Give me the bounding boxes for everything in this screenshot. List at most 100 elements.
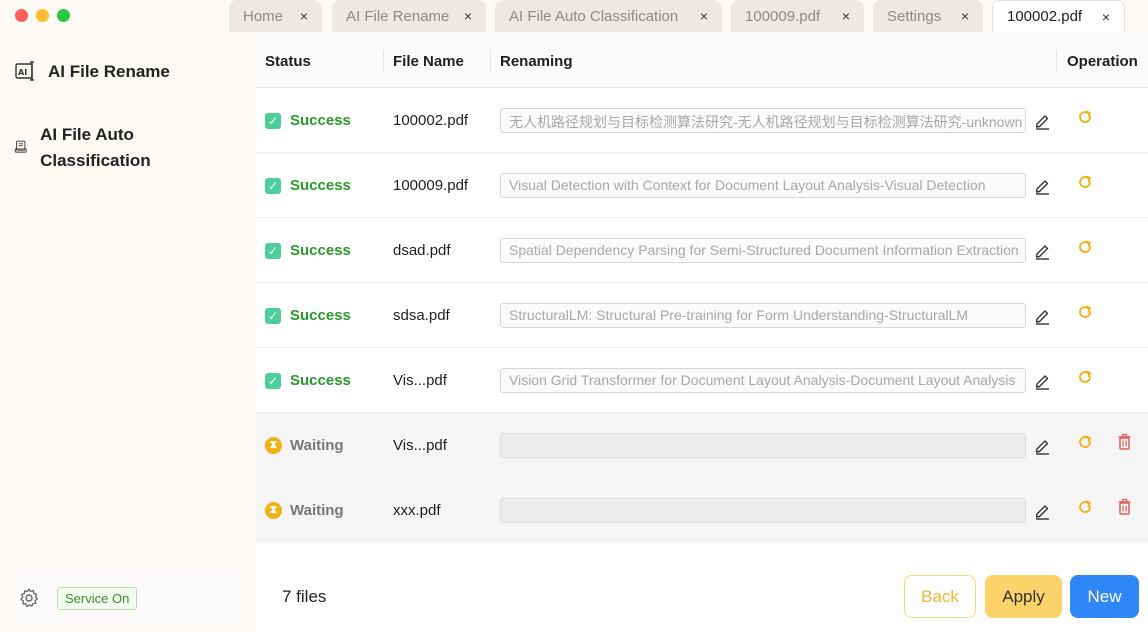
status-cell: ⧗ Waiting bbox=[265, 413, 344, 478]
status-cell: ✓ Success bbox=[265, 348, 351, 413]
rename-table: Status File Name Renaming Operation ✓ Su… bbox=[256, 34, 1148, 554]
table-row: ⧗ Waiting Vis...pdf bbox=[256, 413, 1148, 478]
tab-label: AI File Auto Classification bbox=[509, 7, 679, 25]
edit-icon[interactable] bbox=[1034, 436, 1051, 455]
sidebar-footer: Service On bbox=[8, 570, 246, 626]
refresh-icon[interactable] bbox=[1077, 304, 1093, 320]
edit-icon[interactable] bbox=[1034, 111, 1051, 130]
renaming-field[interactable]: 无人机路径规划与目标检测算法研究-无人机路径规划与目标检测算法研究-unknow… bbox=[500, 108, 1026, 133]
tab-close-icon[interactable]: × bbox=[700, 8, 708, 24]
back-button[interactable]: Back bbox=[904, 575, 976, 618]
table-row: ✓ Success dsad.pdf Spatial Dependency Pa… bbox=[256, 218, 1148, 283]
new-button[interactable]: New bbox=[1070, 575, 1139, 618]
close-window-button[interactable] bbox=[15, 9, 28, 22]
maximize-window-button[interactable] bbox=[57, 9, 70, 22]
status-text: Success bbox=[290, 112, 351, 129]
minimize-window-button[interactable] bbox=[36, 9, 49, 22]
tab-close-icon[interactable]: × bbox=[842, 8, 850, 24]
hourglass-icon: ⧗ bbox=[265, 502, 282, 519]
success-check-icon: ✓ bbox=[265, 177, 281, 194]
tab-100002-pdf[interactable]: 100002.pdf × bbox=[992, 0, 1125, 32]
status-text: Success bbox=[290, 307, 351, 324]
tab-settings[interactable]: Settings × bbox=[873, 0, 983, 32]
tab-label: AI File Rename bbox=[346, 7, 450, 25]
sidebar-item-label: AI File Auto Classification bbox=[40, 125, 151, 170]
tab-label: Home bbox=[243, 7, 284, 25]
file-count: 7 files bbox=[282, 587, 327, 606]
ai-rename-icon: AI bbox=[15, 61, 34, 81]
status-cell: ⧗ Waiting bbox=[265, 478, 344, 543]
tab-home[interactable]: Home × bbox=[229, 0, 322, 32]
tab-label: 100009.pdf bbox=[745, 7, 821, 25]
tab-100009-pdf[interactable]: 100009.pdf × bbox=[731, 0, 864, 32]
status-cell: ✓ Success bbox=[265, 283, 351, 348]
svg-text:AI: AI bbox=[18, 68, 27, 77]
sidebar: AI AI File Rename AI File Auto Classific… bbox=[0, 34, 256, 632]
hourglass-icon: ⧗ bbox=[265, 437, 282, 454]
tab-close-icon[interactable]: × bbox=[464, 8, 472, 24]
sidebar-item-ai-file-auto-classification[interactable]: AI File Auto Classification bbox=[14, 122, 174, 174]
renaming-field[interactable]: Vision Grid Transformer for Document Lay… bbox=[500, 368, 1026, 393]
edit-icon[interactable] bbox=[1034, 241, 1051, 260]
tab-label: Settings bbox=[887, 7, 942, 25]
renaming-field[interactable]: Visual Detection with Context for Docume… bbox=[500, 173, 1026, 198]
table-row: ✓ Success sdsa.pdf StructuralLM: Structu… bbox=[256, 283, 1148, 348]
column-divider bbox=[1056, 50, 1057, 72]
tab-close-icon[interactable]: × bbox=[1102, 9, 1110, 25]
status-cell: ✓ Success bbox=[265, 218, 351, 283]
edit-icon[interactable] bbox=[1034, 176, 1051, 195]
tab-close-icon[interactable]: × bbox=[961, 8, 969, 24]
edit-icon[interactable] bbox=[1034, 501, 1051, 520]
table-row: ⧗ Waiting xxx.pdf bbox=[256, 478, 1148, 543]
file-name: xxx.pdf bbox=[393, 502, 441, 519]
tab-ai-file-rename[interactable]: AI File Rename × bbox=[332, 0, 486, 32]
success-check-icon: ✓ bbox=[265, 307, 281, 324]
column-divider bbox=[383, 50, 384, 72]
renaming-field[interactable]: Spatial Dependency Parsing for Semi-Stru… bbox=[500, 238, 1026, 263]
title-bar: Home × AI File Rename × AI File Auto Cla… bbox=[0, 0, 1148, 34]
success-check-icon: ✓ bbox=[265, 242, 281, 259]
renaming-field[interactable] bbox=[500, 433, 1026, 458]
file-name: 100002.pdf bbox=[393, 112, 469, 129]
sidebar-item-ai-file-rename[interactable]: AI AI File Rename bbox=[14, 59, 170, 85]
file-name: 100009.pdf bbox=[393, 177, 469, 194]
file-name: sdsa.pdf bbox=[393, 307, 450, 324]
column-header-file-name: File Name bbox=[393, 52, 464, 70]
table-row: ✓ Success 100002.pdf 无人机路径规划与目标检测算法研究-无人… bbox=[256, 88, 1148, 153]
refresh-icon[interactable] bbox=[1077, 109, 1093, 125]
success-check-icon: ✓ bbox=[265, 372, 281, 389]
tab-ai-file-auto-classification[interactable]: AI File Auto Classification × bbox=[495, 0, 722, 32]
tab-close-icon[interactable]: × bbox=[300, 8, 308, 24]
status-text: Waiting bbox=[290, 502, 344, 519]
gear-icon[interactable] bbox=[18, 587, 40, 609]
service-status-badge: Service On bbox=[57, 586, 138, 610]
refresh-icon[interactable] bbox=[1077, 499, 1093, 515]
column-header-status: Status bbox=[265, 52, 311, 70]
table-header: Status File Name Renaming Operation bbox=[256, 34, 1148, 88]
table-row: ✓ Success 100009.pdf Visual Detection wi… bbox=[256, 153, 1148, 218]
refresh-icon[interactable] bbox=[1077, 239, 1093, 255]
refresh-icon[interactable] bbox=[1077, 174, 1093, 190]
classification-icon bbox=[14, 140, 27, 153]
status-cell: ✓ Success bbox=[265, 88, 351, 153]
status-text: Success bbox=[290, 242, 351, 259]
status-cell: ✓ Success bbox=[265, 153, 351, 218]
footer-bar: 7 files Back Apply New bbox=[256, 554, 1148, 632]
table-row: ✓ Success Vis...pdf Vision Grid Transfor… bbox=[256, 348, 1148, 413]
renaming-field[interactable] bbox=[500, 498, 1026, 523]
apply-button[interactable]: Apply bbox=[985, 575, 1062, 618]
file-name: dsad.pdf bbox=[393, 242, 451, 259]
refresh-icon[interactable] bbox=[1077, 434, 1093, 450]
refresh-icon[interactable] bbox=[1077, 369, 1093, 385]
renaming-field[interactable]: StructuralLM: Structural Pre-training fo… bbox=[500, 303, 1026, 328]
trash-icon[interactable] bbox=[1117, 433, 1132, 451]
file-name: Vis...pdf bbox=[393, 437, 447, 454]
edit-icon[interactable] bbox=[1034, 371, 1051, 390]
column-header-renaming: Renaming bbox=[500, 52, 573, 70]
status-text: Success bbox=[290, 177, 351, 194]
edit-icon[interactable] bbox=[1034, 306, 1051, 325]
success-check-icon: ✓ bbox=[265, 112, 281, 129]
status-text: Waiting bbox=[290, 437, 344, 454]
trash-icon[interactable] bbox=[1117, 498, 1132, 516]
column-divider bbox=[490, 50, 491, 72]
